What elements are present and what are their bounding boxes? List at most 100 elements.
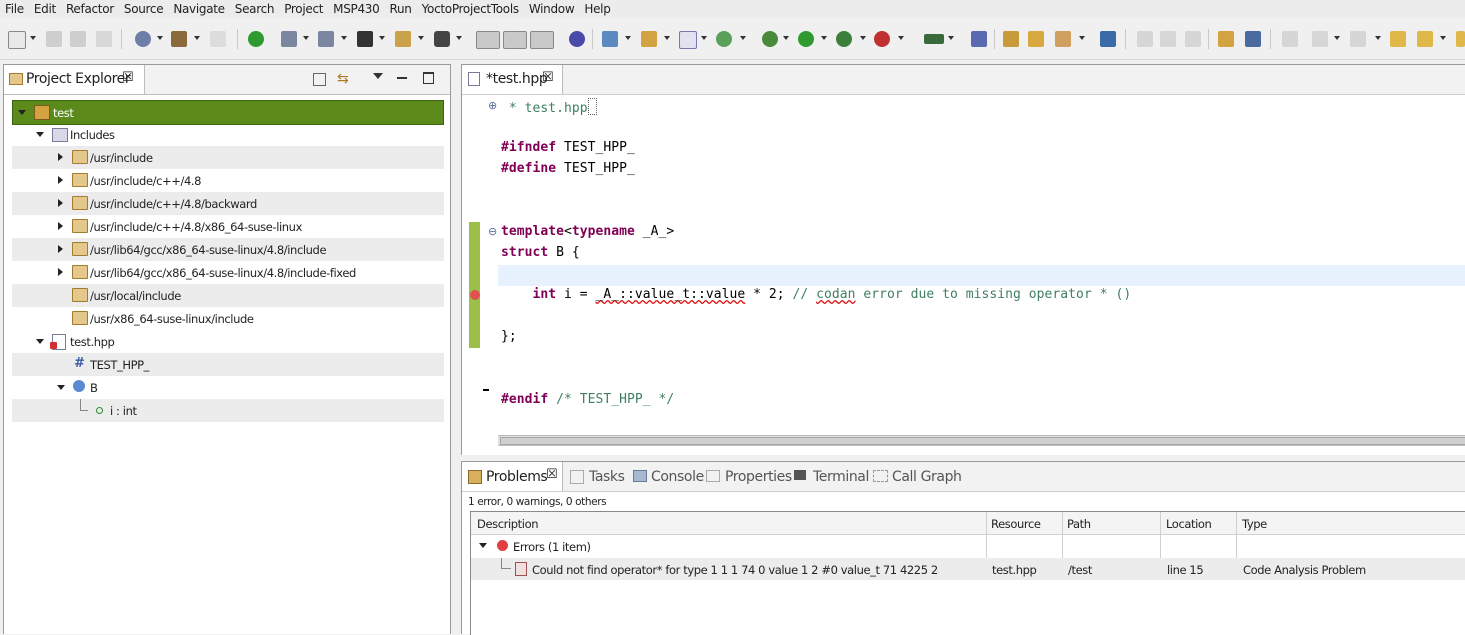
run-icon[interactable] <box>248 31 264 47</box>
tree-include-row[interactable]: /usr/x86_64-suse-linux/include <box>12 307 444 330</box>
globe-icon[interactable] <box>569 31 585 47</box>
problem-row[interactable]: Could not find operator* for type 1 1 1 … <box>471 558 1465 580</box>
save-all-icon[interactable] <box>70 31 86 47</box>
code-line-comment[interactable]: * test.hpp <box>501 98 597 116</box>
open-type-icon[interactable] <box>1218 31 1234 47</box>
next-annotation-icon[interactable] <box>1312 31 1328 47</box>
mark-icon[interactable] <box>1137 31 1153 47</box>
build-config-dropdown-icon[interactable] <box>157 36 163 40</box>
tab-console[interactable]: Console <box>651 469 704 485</box>
open-folder-icon[interactable] <box>1003 31 1019 47</box>
new-icon[interactable] <box>8 31 26 49</box>
brush-icon[interactable] <box>1055 31 1071 47</box>
code-line-ifndef[interactable]: #ifndef TEST_HPP_ <box>501 140 635 155</box>
expand-arrow-icon[interactable] <box>36 339 44 344</box>
new-file-icon[interactable] <box>679 31 697 49</box>
pin-icon[interactable] <box>971 31 987 47</box>
tab-problems[interactable]: Problems ☒ <box>462 462 563 491</box>
new-class-icon[interactable] <box>602 31 618 47</box>
refresh-dropdown-icon[interactable] <box>740 36 746 40</box>
next-annotation-dropdown-icon[interactable] <box>1334 36 1340 40</box>
menu-file[interactable]: File <box>0 0 29 18</box>
run-green-icon[interactable] <box>798 31 814 47</box>
tree-include-row[interactable]: /usr/include/c++/4.8 <box>12 169 444 192</box>
debug-dropdown-icon[interactable] <box>783 36 789 40</box>
tree-member-row[interactable]: i : int <box>12 399 444 422</box>
target-icon[interactable] <box>318 31 334 47</box>
debug-config-dropdown-icon[interactable] <box>303 36 309 40</box>
tree-includes-row[interactable]: Includes <box>12 123 444 146</box>
tab-project-explorer[interactable]: Project Explorer ☒ <box>4 65 145 94</box>
column-description[interactable]: Description <box>477 517 539 531</box>
tree-project-row[interactable]: test <box>12 100 444 125</box>
tree-file-row[interactable]: test.hpp <box>12 330 444 353</box>
menu-search[interactable]: Search <box>230 0 279 18</box>
search-icon[interactable] <box>1245 31 1261 47</box>
console-icon[interactable] <box>1100 31 1116 47</box>
tree-include-row[interactable]: /usr/lib64/gcc/x86_64-suse-linux/4.8/inc… <box>12 238 444 261</box>
terminal-icon[interactable] <box>357 31 373 47</box>
tab-terminal[interactable]: Terminal <box>813 469 869 485</box>
tab-properties[interactable]: Properties <box>725 469 792 485</box>
back-icon[interactable] <box>1417 31 1433 47</box>
menu-yocto[interactable]: YoctoProjectTools <box>417 0 524 18</box>
expand-arrow-icon[interactable] <box>58 176 63 184</box>
menu-run[interactable]: Run <box>384 0 416 18</box>
expand-arrow-icon[interactable] <box>57 385 65 390</box>
minimize-icon[interactable] <box>397 77 407 79</box>
new-dropdown-icon[interactable] <box>30 36 36 40</box>
tree-include-row[interactable]: /usr/local/include <box>12 284 444 307</box>
expand-fold-icon[interactable]: ⊕ <box>488 99 497 112</box>
block-icon[interactable] <box>1160 31 1176 47</box>
view-menu-icon[interactable] <box>373 73 383 79</box>
save-icon[interactable] <box>46 31 62 47</box>
terminal-dropdown-icon[interactable] <box>379 36 385 40</box>
code-line-struct[interactable]: struct B { <box>501 245 580 260</box>
toggle-1-icon[interactable] <box>476 31 500 49</box>
forward-icon[interactable] <box>1456 31 1465 47</box>
menu-msp430[interactable]: MSP430 <box>328 0 384 18</box>
menu-project[interactable]: Project <box>279 0 328 18</box>
edit-dropdown-icon[interactable] <box>418 36 424 40</box>
tree-macro-row[interactable]: # TEST_HPP_ <box>12 353 444 376</box>
binary-icon[interactable] <box>210 31 226 47</box>
menu-source[interactable]: Source <box>119 0 168 18</box>
gear-icon[interactable] <box>1282 31 1298 47</box>
paragraph-icon[interactable] <box>1185 31 1201 47</box>
close-icon[interactable]: ☒ <box>546 467 558 482</box>
menu-navigate[interactable]: Navigate <box>168 0 229 18</box>
last-edit-icon[interactable] <box>1390 31 1406 47</box>
expand-arrow-icon[interactable] <box>58 245 63 253</box>
prev-annotation-dropdown-icon[interactable] <box>1375 36 1381 40</box>
code-line-define[interactable]: #define TEST_HPP_ <box>501 161 635 176</box>
stop-external-dropdown-icon[interactable] <box>898 36 904 40</box>
tree-struct-row[interactable]: B <box>12 376 444 399</box>
toggle-3-icon[interactable] <box>530 31 554 49</box>
stop-external-icon[interactable] <box>874 31 890 47</box>
toggle-2-icon[interactable] <box>503 31 527 49</box>
code-line-template[interactable]: template<typename _A_> <box>501 224 674 239</box>
link-editor-icon[interactable]: ⇆ <box>337 71 349 87</box>
tab-call-graph[interactable]: Call Graph <box>892 469 962 485</box>
close-icon[interactable]: ☒ <box>122 70 134 85</box>
tab-test-hpp[interactable]: *test.hpp ☒ <box>462 65 563 94</box>
debug-bug-icon[interactable] <box>762 31 778 47</box>
run-external-icon[interactable] <box>836 31 852 47</box>
refresh-icon[interactable] <box>716 31 732 47</box>
errors-group-row[interactable]: Errors (1 item) <box>471 535 1465 557</box>
maximize-icon[interactable] <box>423 72 434 84</box>
scrollbar-thumb[interactable] <box>500 437 1465 445</box>
expand-arrow-icon[interactable] <box>58 153 63 161</box>
expand-arrow-icon[interactable] <box>479 543 487 548</box>
tree-include-row[interactable]: /usr/lib64/gcc/x86_64-suse-linux/4.8/inc… <box>12 261 444 284</box>
expand-arrow-icon[interactable] <box>58 222 63 230</box>
error-marker-icon[interactable] <box>470 290 480 300</box>
code-line-int[interactable]: int i = _A_::value_t::value * 2; // coda… <box>501 287 1132 302</box>
build-config-icon[interactable] <box>135 31 151 47</box>
menu-help[interactable]: Help <box>579 0 615 18</box>
tree-include-row[interactable]: /usr/include/c++/4.8/backward <box>12 192 444 215</box>
expand-arrow-icon[interactable] <box>18 110 26 115</box>
expand-arrow-icon[interactable] <box>58 199 63 207</box>
error-token[interactable]: _A_::value_t::value <box>596 287 746 302</box>
collapse-fold-icon[interactable]: ⊖ <box>488 225 497 238</box>
